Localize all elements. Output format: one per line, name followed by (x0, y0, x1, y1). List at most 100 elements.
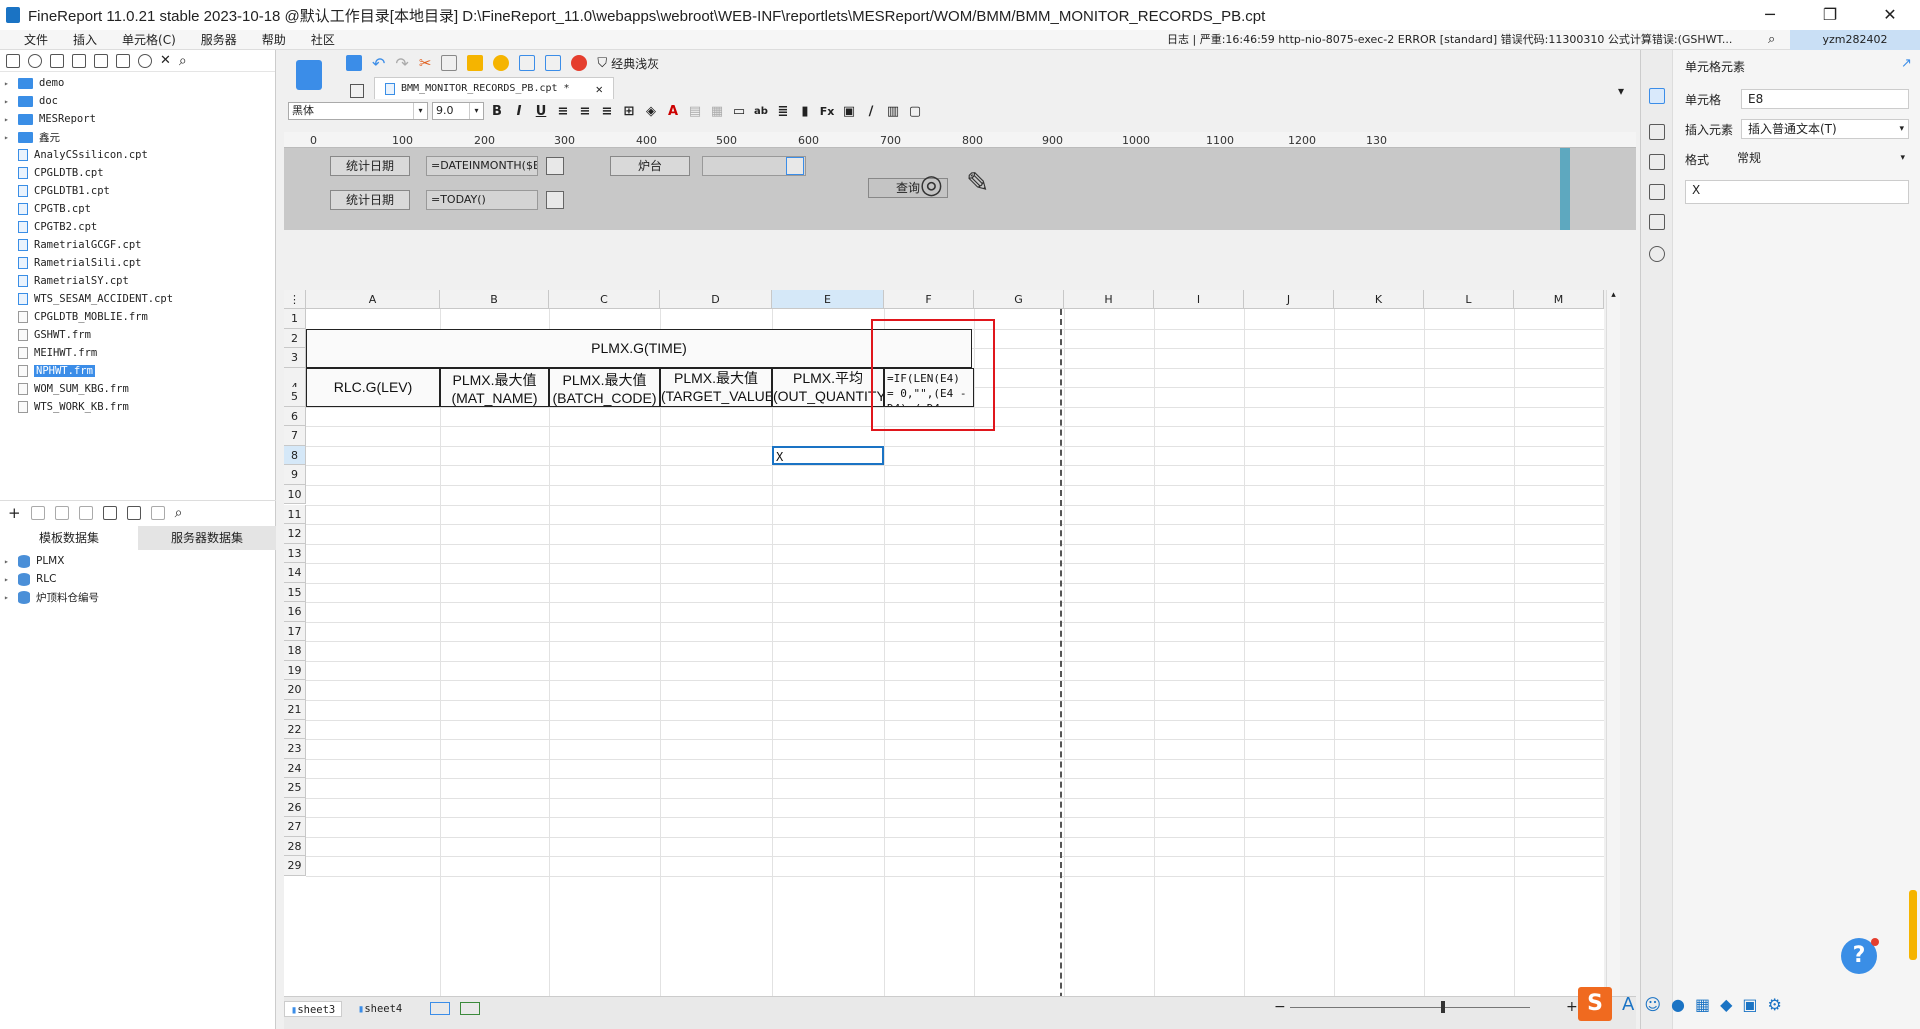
add-polysheet-icon[interactable] (460, 1002, 480, 1015)
row-header-22[interactable]: 22 (284, 719, 306, 740)
calendar-icon-2[interactable] (546, 191, 564, 209)
side-handle[interactable] (1909, 890, 1917, 960)
image-icon[interactable]: ▣ (840, 104, 858, 119)
sheet-tab-3[interactable]: ▮sheet3 (284, 1001, 343, 1017)
row-header-3[interactable]: 3 (284, 348, 306, 368)
bold-button[interactable]: B (488, 104, 506, 119)
tree-item-7[interactable]: CPGTB.cpt (4, 200, 275, 218)
column-header-k[interactable]: K (1334, 290, 1424, 309)
row-header-7[interactable]: 7 (284, 426, 306, 446)
column-header-a[interactable]: A (306, 290, 440, 309)
sogou-logo-icon[interactable]: S (1578, 987, 1612, 1021)
more-insert-icon[interactable]: ▢ (906, 104, 924, 119)
row-header-13[interactable]: 13 (284, 543, 306, 564)
vertical-scrollbar[interactable]: ▴ (1606, 290, 1620, 1029)
format-painter-icon[interactable] (493, 55, 510, 71)
tree-item-12[interactable]: WTS_SESAM_ACCIDENT.cpt (4, 290, 275, 308)
cell-content-field[interactable]: X (1685, 180, 1909, 204)
hyperlink-icon[interactable] (1649, 246, 1665, 262)
column-header-b[interactable]: B (440, 290, 549, 309)
undo-icon[interactable]: ↶ (372, 54, 385, 73)
cell-b4[interactable]: PLMX.最大值(MAT_NAME) (440, 367, 549, 407)
expand-arrow-icon[interactable]: ▸ (4, 575, 14, 584)
edit-dataset-icon[interactable] (30, 505, 45, 520)
italic-button[interactable]: I (510, 104, 528, 119)
tree-item-1[interactable]: ▸ doc (4, 92, 275, 110)
expand-arrow-icon[interactable]: ▸ (4, 115, 14, 124)
cut-icon[interactable]: ✂ (419, 54, 432, 72)
expand-arrow-icon[interactable]: ▸ (4, 133, 14, 142)
new-folder-icon[interactable] (6, 53, 20, 68)
close-tab-icon[interactable]: ✕ (596, 82, 603, 96)
cell-e4[interactable]: PLMX.平均(OUT_QUANTITY) (772, 367, 884, 407)
row-header-16[interactable]: 16 (284, 602, 306, 622)
server-dataset-icon[interactable] (102, 505, 117, 520)
column-header-j[interactable]: J (1244, 290, 1334, 309)
tree-item-8[interactable]: CPGTB2.cpt (4, 218, 275, 236)
font-size-select[interactable]: 9.0 ▾ (432, 102, 484, 120)
row-header-10[interactable]: 10 (284, 484, 306, 505)
row-header-12[interactable]: 12 (284, 524, 306, 544)
delete-icon[interactable] (94, 53, 108, 68)
locate-icon[interactable] (138, 53, 152, 68)
subreport-icon[interactable]: ▥ (884, 104, 902, 119)
insert-element-select[interactable]: 插入普通文本(T) ▾ (1741, 119, 1909, 139)
tab-bmm-monitor-records[interactable]: BMM_MONITOR_RECORDS_PB.cpt * ✕ (374, 77, 614, 99)
tree-item-5[interactable]: CPGLDTB.cpt (4, 164, 275, 182)
cell-c4[interactable]: PLMX.最大值(BATCH_CODE) (549, 367, 660, 407)
hide-eye-icon[interactable]: ◎ (920, 170, 943, 200)
log-status-text[interactable]: 日志 | 严重:16:46:59 http-nio-8075-exec-2 ER… (1167, 30, 1732, 50)
edit-pencil-icon[interactable]: ✎ (966, 166, 989, 199)
open-icon[interactable] (50, 53, 64, 68)
align-left-icon[interactable]: ≡ (554, 104, 572, 119)
tree-item-16[interactable]: NPHWT.frm (4, 362, 275, 380)
align-center-icon[interactable]: ≡ (576, 104, 594, 119)
column-header-e[interactable]: E (772, 290, 884, 309)
cell-name-field[interactable]: E8 (1741, 89, 1909, 109)
database-icon[interactable] (126, 505, 141, 520)
tree-item-11[interactable]: RametrialSY.cpt (4, 272, 275, 290)
param-boundary[interactable] (1560, 148, 1570, 230)
dataset-item-1[interactable]: ▸ RLC (4, 570, 274, 588)
sheet-tab-4[interactable]: ▮sheet4 (352, 1001, 408, 1017)
row-header-9[interactable]: 9 (284, 465, 306, 485)
chart-icon[interactable]: ▮ (796, 104, 814, 119)
row-header-15[interactable]: 15 (284, 582, 306, 603)
tree-item-3[interactable]: ▸ 鑫元 (4, 128, 275, 146)
tree-item-2[interactable]: ▸ MESReport (4, 110, 275, 128)
restore-button[interactable]: ❐ (1800, 0, 1860, 30)
ime-voice-icon[interactable]: ● (1671, 995, 1685, 1014)
ime-mode-icon[interactable]: A (1622, 994, 1634, 1015)
save-icon[interactable] (346, 55, 362, 71)
preview-dataset-icon[interactable] (78, 505, 93, 520)
row-header-27[interactable]: 27 (284, 817, 306, 837)
format-select[interactable]: 常规 ▾ (1731, 149, 1909, 169)
dataset-search-icon[interactable]: ⌕ (175, 505, 183, 521)
menu-community[interactable]: 社区 (299, 31, 347, 48)
fill-color-icon[interactable]: ◈ (642, 104, 660, 119)
insert-formula-icon[interactable]: ▭ (730, 104, 748, 119)
column-header-d[interactable]: D (660, 290, 772, 309)
tree-item-17[interactable]: WOM_SUM_KBG.frm (4, 380, 275, 398)
menu-server[interactable]: 服务器 (189, 31, 249, 48)
calendar-icon[interactable] (546, 157, 564, 175)
corner-select[interactable]: ⋮ (284, 290, 306, 309)
column-header-l[interactable]: L (1424, 290, 1514, 309)
grid-view-icon[interactable] (350, 84, 364, 98)
user-badge[interactable]: yzm282402 (1790, 30, 1920, 50)
row-header-17[interactable]: 17 (284, 621, 306, 642)
column-header-i[interactable]: I (1154, 290, 1244, 309)
row-header-24[interactable]: 24 (284, 758, 306, 779)
delete-dataset-icon[interactable] (54, 505, 69, 520)
text-icon[interactable]: ab (752, 106, 770, 117)
row-header-19[interactable]: 19 (284, 660, 306, 681)
zoom-thumb[interactable] (1441, 1001, 1445, 1013)
tree-item-6[interactable]: CPGLDTB1.cpt (4, 182, 275, 200)
column-header-m[interactable]: M (1514, 290, 1604, 309)
column-header-h[interactable]: H (1064, 290, 1154, 309)
merge-cell-icon[interactable]: ▤ (686, 104, 704, 119)
debug-icon[interactable] (571, 55, 588, 71)
search-icon[interactable]: ⌕ (1768, 32, 1775, 47)
cell-d4[interactable]: PLMX.最大值(TARGET_VALUE) (660, 367, 772, 407)
cell-a4[interactable]: RLC.G(LEV) (306, 367, 440, 407)
